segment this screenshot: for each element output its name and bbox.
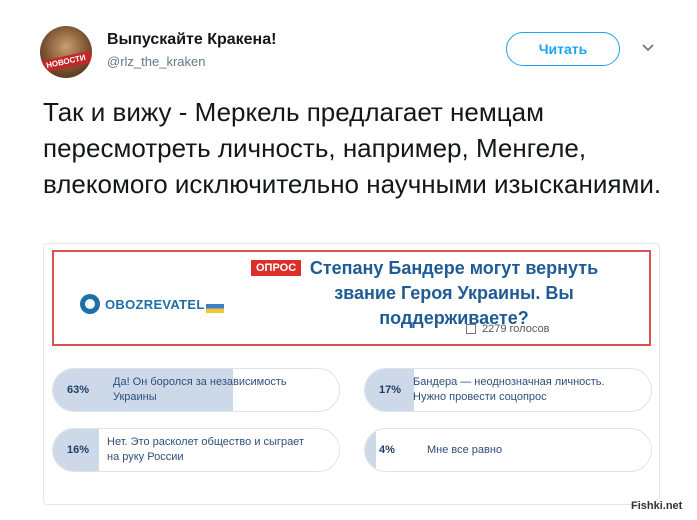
poll-option-label: Мне все равно <box>427 443 503 456</box>
poll-banner[interactable]: OBOZREVATEL ОПРОС Степану Бандере могут … <box>52 250 651 346</box>
obozrevatel-logo: OBOZREVATEL <box>80 294 224 314</box>
poll-option-label: Нет. Это расколет общество и сыграет на … <box>107 436 304 463</box>
account-name[interactable]: Выпускайте Кракена! <box>107 31 276 49</box>
avatar[interactable]: НОВОСТИ <box>40 26 92 78</box>
logo-circle-icon <box>80 294 100 314</box>
chevron-down-icon[interactable] <box>640 40 656 56</box>
poll-option-4[interactable]: 4% Мне все равно <box>364 428 652 472</box>
link-card[interactable]: OBOZREVATEL ОПРОС Степану Бандере могут … <box>43 243 660 505</box>
poll-option-label: Бандера — неоднозначная личность. Нужно … <box>413 376 605 403</box>
poll-option-label: Да! Он боролся за независимость Украины <box>113 376 287 403</box>
poll-option-fill <box>365 429 377 471</box>
account-handle[interactable]: @rlz_the_kraken <box>107 54 205 69</box>
poll-option-3[interactable]: 16% Нет. Это расколет общество и сыграет… <box>52 428 340 472</box>
vote-count: 2279 голосов <box>466 323 549 335</box>
follow-button[interactable]: Читать <box>506 32 620 66</box>
poll-headline: Степану Бандере могут вернуть звание Гер… <box>309 258 599 328</box>
tweet-text: Так и вижу - Меркель предлагает немцам п… <box>43 97 662 199</box>
poll-option-percent: 63% <box>67 384 90 396</box>
poll-option-1[interactable]: 63% Да! Он боролся за независимость Укра… <box>52 368 340 412</box>
checkbox-icon <box>466 324 476 334</box>
poll-option-percent: 17% <box>379 384 402 396</box>
watermark: Fishki.net <box>631 500 683 512</box>
poll-option-percent: 4% <box>379 444 395 456</box>
vote-count-text: 2279 голосов <box>482 323 550 335</box>
poll-option-2[interactable]: 17% Бандера — неоднозначная личность. Ну… <box>364 368 652 412</box>
logo-text: OBOZREVATEL <box>105 296 205 312</box>
flag-icon <box>205 303 224 313</box>
poll-option-percent: 16% <box>67 444 90 456</box>
avatar-badge: НОВОСТИ <box>40 50 92 74</box>
